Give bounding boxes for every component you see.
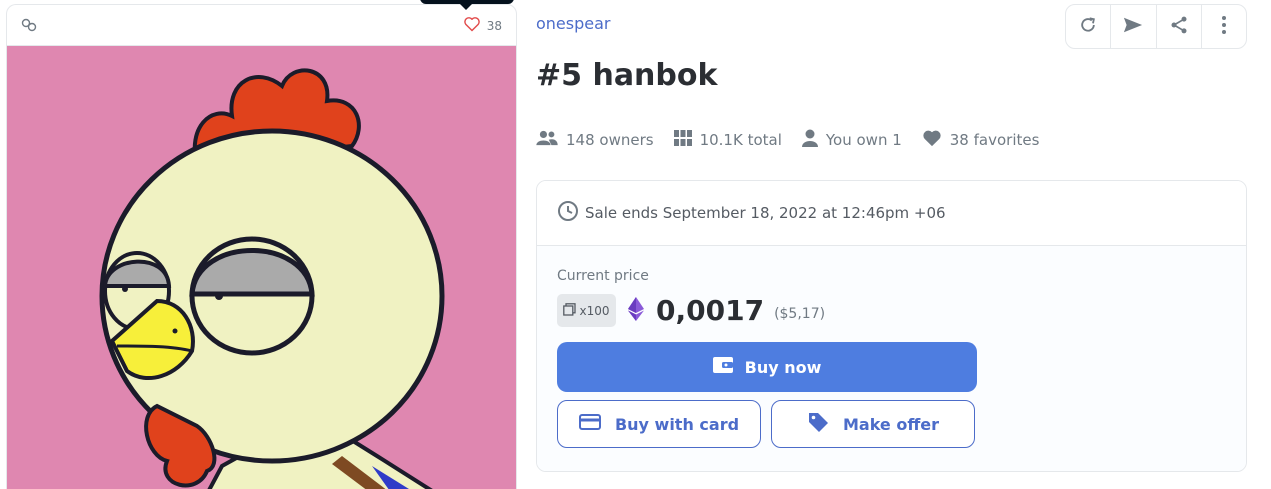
favorite-control[interactable]: 38 xyxy=(463,16,502,36)
asset-card: 38 xyxy=(6,4,517,489)
price-usd: ($5,17) xyxy=(774,305,826,322)
eth-icon xyxy=(628,296,644,325)
asset-stats: 148 owners 10.1K total You own 1 38 favo… xyxy=(536,129,1039,151)
buy-now-label: Buy now xyxy=(744,357,822,377)
copies-icon xyxy=(563,302,577,319)
total-text: 10.1K total xyxy=(699,131,782,149)
quantity-text: x100 xyxy=(579,303,610,318)
wallet-icon xyxy=(712,356,733,378)
refresh-icon xyxy=(1078,15,1098,39)
tag-icon xyxy=(807,411,829,437)
more-button[interactable] xyxy=(1202,5,1246,48)
buy-with-card-label: Buy with card xyxy=(614,414,740,434)
share-button[interactable] xyxy=(1157,5,1202,48)
heart-filled-icon xyxy=(922,129,942,151)
favorite-count: 38 xyxy=(486,19,502,33)
share-icon xyxy=(1169,15,1189,39)
person-icon xyxy=(801,129,818,151)
current-price-label: Current price xyxy=(557,268,649,284)
refresh-button[interactable] xyxy=(1066,5,1112,48)
grid-icon xyxy=(673,130,692,150)
owners-icon xyxy=(536,130,558,150)
clock-icon xyxy=(557,200,579,226)
price-value: 0,0017 xyxy=(656,294,765,327)
price-row: x100 0,0017 ($5,17) xyxy=(557,294,825,327)
heart-icon[interactable] xyxy=(463,16,481,36)
sale-end-row: Sale ends September 18, 2022 at 12:46pm … xyxy=(537,181,1246,246)
you-own-stat: You own 1 xyxy=(801,129,902,151)
chain-icon[interactable] xyxy=(21,17,37,36)
price-section: Current price x100 0,0017 ($5,17) Buy no… xyxy=(537,246,1246,471)
buy-now-button[interactable]: Buy now xyxy=(557,342,977,392)
owners-stat[interactable]: 148 owners xyxy=(536,130,654,150)
tooltip-edge xyxy=(420,0,514,10)
card-icon xyxy=(578,414,601,434)
collection-link[interactable]: onespear xyxy=(536,14,611,33)
make-offer-button[interactable]: Make offer xyxy=(771,400,975,448)
total-stat: 10.1K total xyxy=(673,130,782,150)
owners-text: 148 owners xyxy=(566,131,654,149)
asset-toolbar xyxy=(1065,4,1247,49)
sale-panel: Sale ends September 18, 2022 at 12:46pm … xyxy=(536,180,1247,472)
make-offer-label: Make offer xyxy=(842,414,940,434)
favorites-stat: 38 favorites xyxy=(922,129,1040,151)
transfer-button[interactable] xyxy=(1111,5,1157,48)
asset-title: #5 hanbok xyxy=(536,58,718,93)
favorites-text: 38 favorites xyxy=(949,131,1040,149)
buy-with-card-button[interactable]: Buy with card xyxy=(557,400,761,448)
more-icon xyxy=(1221,15,1227,39)
quantity-badge: x100 xyxy=(557,294,616,327)
send-icon xyxy=(1122,15,1144,39)
sale-end-text: Sale ends September 18, 2022 at 12:46pm … xyxy=(585,204,946,222)
nft-artwork[interactable] xyxy=(7,46,516,489)
you-own-text: You own 1 xyxy=(825,131,902,149)
card-header: 38 xyxy=(7,5,516,46)
